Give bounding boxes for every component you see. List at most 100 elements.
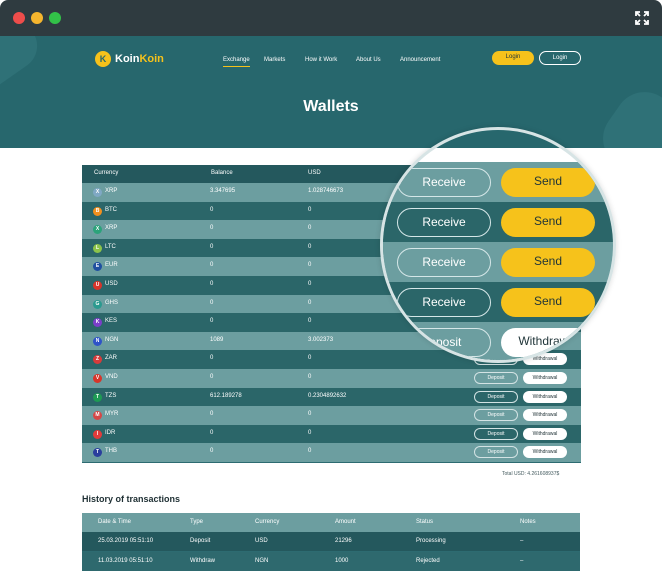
magnified-actions-lens: Receive Send Receive Send Receive Send R… [380,127,616,363]
page-title: Wallets [303,98,359,115]
deposit-button[interactable]: Deposit [474,409,518,422]
magnified-row: Receive Send [383,162,613,202]
balance-value: 0 [210,411,214,418]
currency-code: XRP [105,225,118,232]
currency-icon: K [93,318,102,328]
currency-code: XRP [105,188,118,194]
currency-icon: I [93,429,102,439]
usd-value: 0 [308,299,312,306]
login-button-secondary[interactable]: Login [539,51,581,65]
balance-value: 0 [210,262,214,269]
currency-icon: B [93,206,102,216]
table-row[interactable]: 25.03.2019 05:51:10 Deposit USD 21296 Pr… [82,532,580,551]
deposit-button[interactable]: Deposit [391,328,491,357]
currency-code: IDR [105,429,116,436]
hero-header: K KoinKoin Exchange Markets How it Work … [0,36,662,148]
usd-value: 0 [308,281,312,287]
usd-value: 0 [308,429,312,436]
receive-button[interactable]: Receive [397,288,491,317]
balance-value: 0 [210,374,214,380]
maximize-window-button[interactable] [49,12,61,24]
usd-value: 0 [308,318,312,325]
currency-icon: X [93,225,102,235]
receive-button[interactable]: Receive [397,168,491,197]
usd-value: 0 [308,374,312,380]
magnified-row: Receive Send [383,242,613,282]
wallet-row-myr[interactable]: M MYR 0 0 Deposit Withdrawal [82,406,581,425]
nav-about-us[interactable]: About Us [356,57,381,63]
currency-icon: U [93,281,102,290]
wallet-row-thb[interactable]: T THB 0 0 Deposit Withdrawal [82,443,581,462]
usd-value: 0 [308,355,312,362]
receive-button[interactable]: Receive [397,208,491,237]
coin-icon: K [95,51,111,67]
currency-code: GHS [105,299,119,306]
nav-announcement[interactable]: Announcement [400,57,440,63]
balance-value: 0 [210,243,214,250]
currency-code: KES [105,318,118,325]
magnified-row: Receive Send [383,282,613,322]
withdrawal-button[interactable]: Withdrawal [501,328,595,357]
currency-icon: N [93,336,102,346]
balance-value: 0 [210,206,214,213]
send-button[interactable]: Send [501,288,595,317]
history-table: Date & Time Type Currency Amount Status … [82,513,580,571]
usd-value: 0 [308,206,312,213]
send-button[interactable]: Send [501,168,595,197]
currency-icon: X [93,188,102,197]
minimize-window-button[interactable] [31,12,43,24]
deposit-button[interactable]: Deposit [474,372,518,384]
currency-code: NGN [105,336,119,343]
browser-window: K KoinKoin Exchange Markets How it Work … [0,0,662,571]
currency-icon: V [93,374,102,383]
currency-icon: T [93,392,102,402]
balance-value: 0 [210,299,214,306]
window-chrome [0,0,662,36]
balance-value: 0 [210,281,214,287]
brand-name: KoinKoin [115,53,164,65]
expand-icon[interactable] [634,10,650,26]
currency-icon: M [93,411,102,421]
currency-icon: Z [93,355,102,365]
send-button[interactable]: Send [501,208,595,237]
total-usd: Total USD: 4.261608937$ [502,471,560,477]
currency-code: MYR [105,411,119,418]
currency-icon: T [93,448,102,458]
usd-value: 0 [308,225,312,232]
nav-markets[interactable]: Markets [264,57,285,63]
usd-value: 0 [308,243,312,250]
magnified-row: Receive Send [383,202,613,242]
usd-value: 0.2304892632 [308,392,347,399]
wallet-row-vnd[interactable]: V VND 0 0 Deposit Withdrawal [82,369,581,388]
deposit-button[interactable]: Deposit [474,446,518,459]
usd-value: 0 [308,411,312,418]
send-button[interactable]: Send [501,248,595,277]
wallet-row-idr[interactable]: I IDR 0 0 Deposit Withdrawal [82,424,581,444]
currency-code: VND [105,374,118,380]
deposit-button[interactable]: Deposit [474,427,518,440]
withdrawal-button[interactable]: Withdrawal [523,390,567,403]
currency-code: USD [105,281,118,287]
balance-value: 0 [210,448,214,455]
brand-logo[interactable]: K KoinKoin [95,51,164,67]
nav-how-it-work[interactable]: How it Work [305,57,337,63]
withdrawal-button[interactable]: Withdrawal [523,372,567,384]
nav-exchange[interactable]: Exchange [223,57,250,67]
usd-value: 3.002373 [308,336,334,343]
balance-value: 0 [210,225,214,232]
balance-value: 0 [210,318,214,325]
balance-value: 612.189278 [210,392,242,399]
close-window-button[interactable] [13,12,25,24]
withdrawal-button[interactable]: Withdrawal [523,427,567,440]
login-button-primary[interactable]: Login [492,51,534,65]
table-row[interactable]: 11.03.2019 05:51:10 Withdraw NGN 1000 Re… [82,552,580,571]
deposit-button[interactable]: Deposit [474,390,518,403]
balance-value: 3.347695 [210,188,236,194]
withdrawal-button[interactable]: Withdrawal [523,409,567,422]
magnified-row: Deposit Withdrawal [383,322,613,360]
currency-icon: G [93,299,102,309]
receive-button[interactable]: Receive [397,248,491,277]
wallet-row-tzs[interactable]: T TZS 612.189278 0.2304892632 Deposit Withdra… [82,387,581,407]
balance-value: 0 [210,355,214,362]
withdrawal-button[interactable]: Withdrawal [523,446,567,459]
